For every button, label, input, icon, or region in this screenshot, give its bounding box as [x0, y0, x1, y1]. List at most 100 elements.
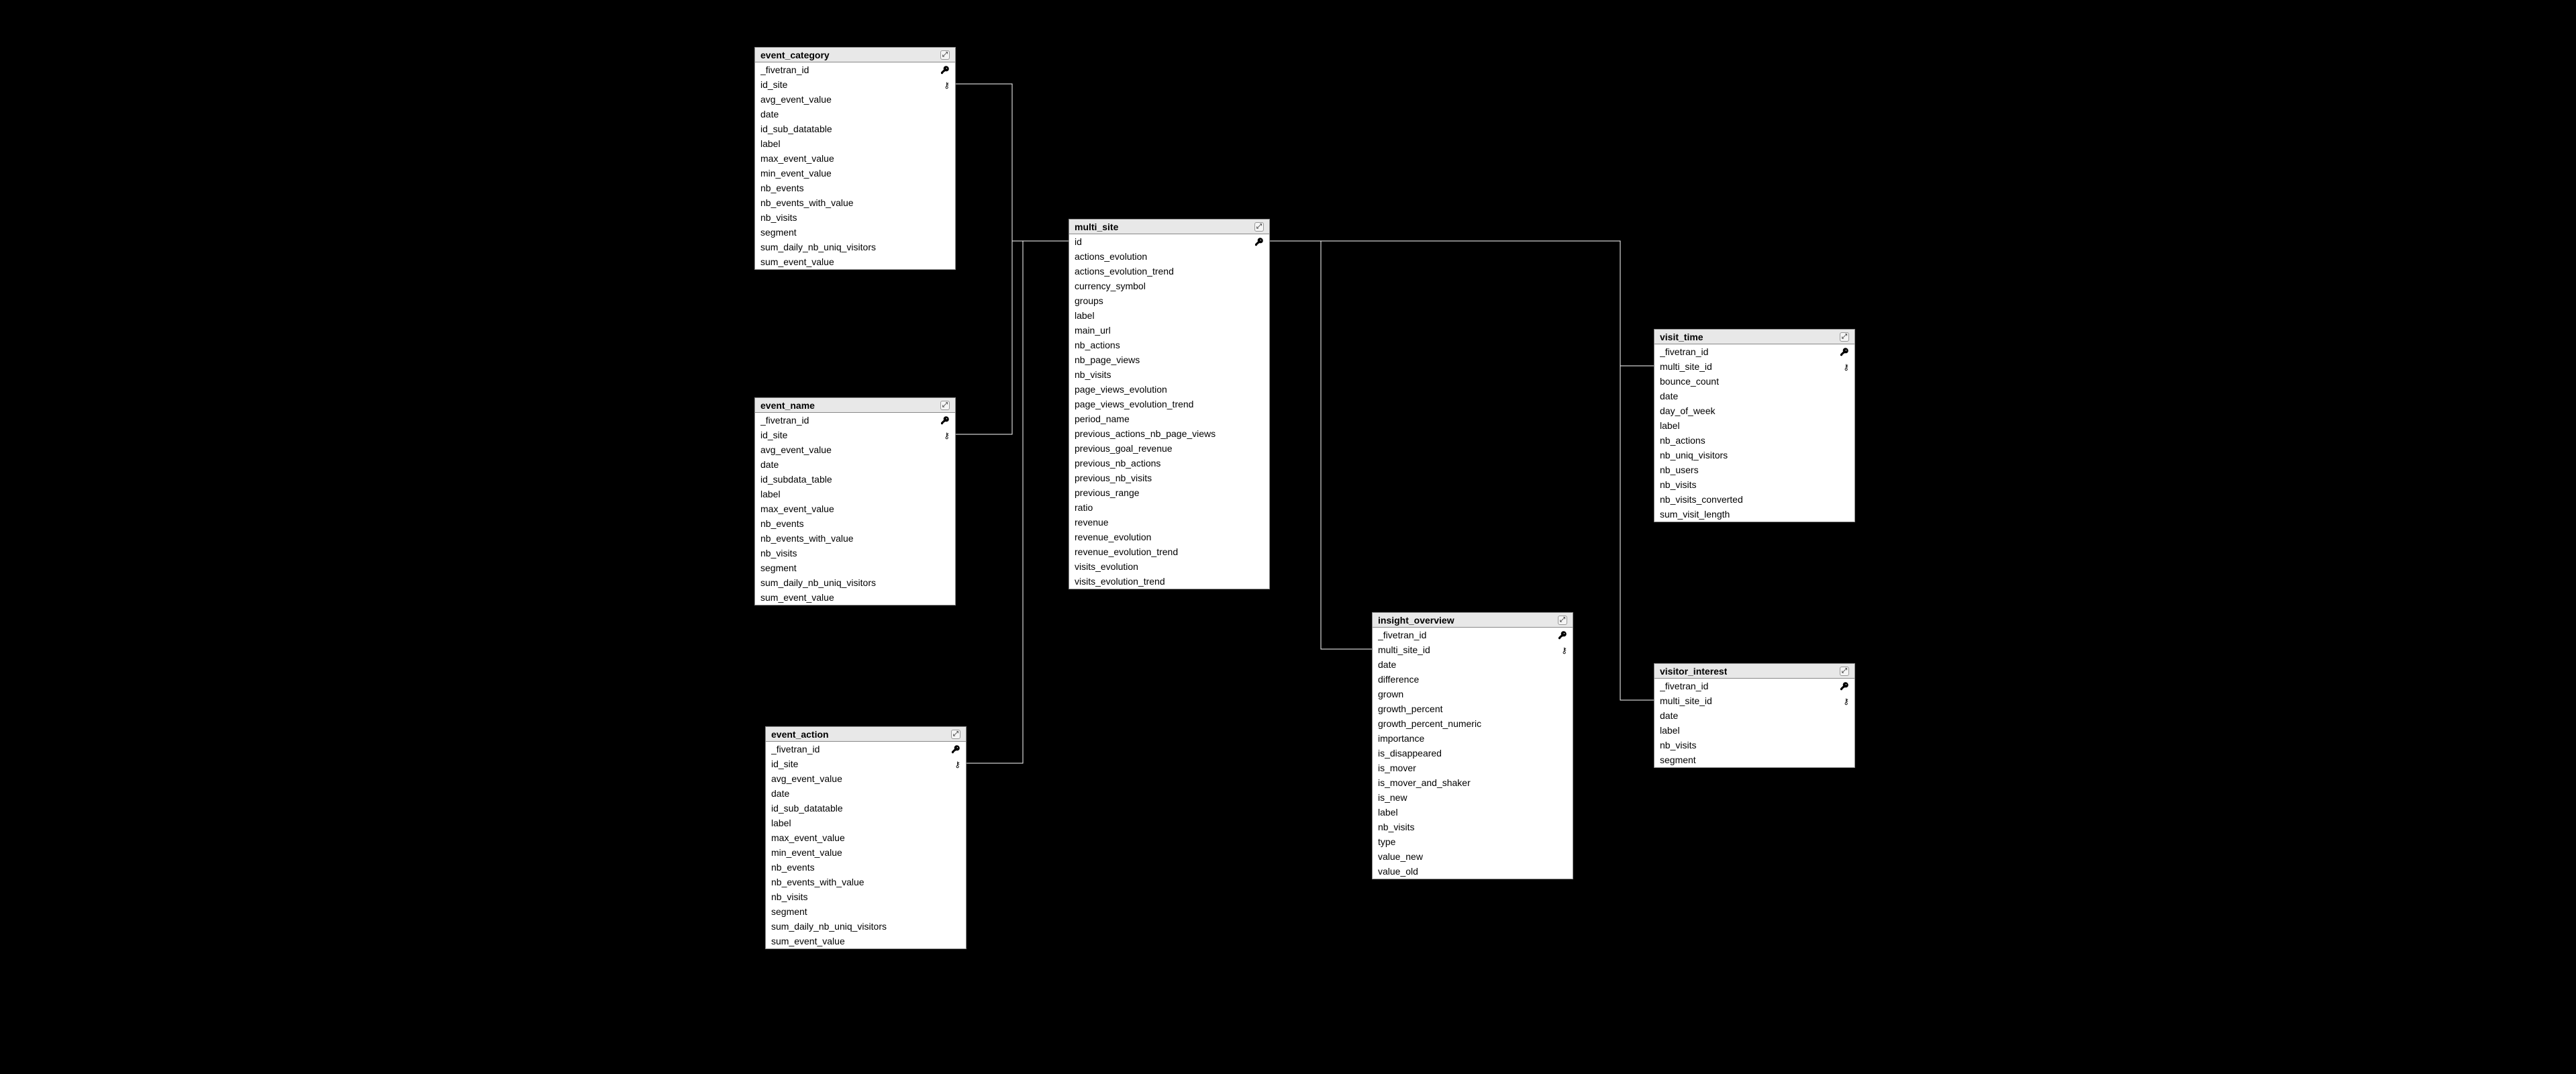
- column-row[interactable]: value_old: [1373, 864, 1573, 879]
- entity-header[interactable]: event_action⤢: [766, 727, 966, 742]
- column-row[interactable]: nb_visits: [1654, 738, 1854, 752]
- column-row[interactable]: sum_event_value: [755, 590, 955, 605]
- column-row[interactable]: id_subdata_table: [755, 472, 955, 487]
- column-row[interactable]: label: [755, 487, 955, 501]
- column-row[interactable]: date: [1373, 657, 1573, 672]
- column-row[interactable]: nb_uniq_visitors: [1654, 448, 1854, 462]
- column-row[interactable]: nb_visits: [1373, 820, 1573, 834]
- column-row[interactable]: sum_daily_nb_uniq_visitors: [766, 919, 966, 934]
- column-row[interactable]: nb_events: [755, 516, 955, 531]
- column-row[interactable]: actions_evolution_trend: [1069, 264, 1269, 279]
- column-row[interactable]: id_site⚷: [755, 77, 955, 92]
- column-row[interactable]: id_site⚷: [766, 756, 966, 771]
- column-row[interactable]: nb_events_with_value: [766, 875, 966, 889]
- column-row[interactable]: bounce_count: [1654, 374, 1854, 389]
- entity-header[interactable]: visitor_interest⤢: [1654, 664, 1854, 679]
- column-row[interactable]: visits_evolution: [1069, 559, 1269, 574]
- entity-event_category[interactable]: event_category⤢_fivetran_id🔑id_site⚷avg_…: [754, 47, 956, 270]
- column-row[interactable]: day_of_week: [1654, 403, 1854, 418]
- expand-icon[interactable]: ⤢: [1840, 332, 1849, 342]
- column-row[interactable]: sum_event_value: [766, 934, 966, 948]
- column-row[interactable]: difference: [1373, 672, 1573, 687]
- column-row[interactable]: page_views_evolution: [1069, 382, 1269, 397]
- column-row[interactable]: visits_evolution_trend: [1069, 574, 1269, 589]
- column-row[interactable]: sum_daily_nb_uniq_visitors: [755, 240, 955, 254]
- column-row[interactable]: max_event_value: [755, 151, 955, 166]
- column-row[interactable]: id_site⚷: [755, 428, 955, 442]
- column-row[interactable]: nb_visits: [755, 210, 955, 225]
- column-row[interactable]: label: [766, 816, 966, 830]
- column-row[interactable]: previous_nb_actions: [1069, 456, 1269, 471]
- column-row[interactable]: max_event_value: [766, 830, 966, 845]
- column-row[interactable]: date: [755, 107, 955, 121]
- entity-header[interactable]: event_category⤢: [755, 48, 955, 62]
- column-row[interactable]: avg_event_value: [766, 771, 966, 786]
- expand-icon[interactable]: ⤢: [1840, 667, 1849, 676]
- column-row[interactable]: segment: [766, 904, 966, 919]
- column-row[interactable]: sum_event_value: [755, 254, 955, 269]
- column-row[interactable]: nb_visits: [1069, 367, 1269, 382]
- column-row[interactable]: segment: [1654, 752, 1854, 767]
- column-row[interactable]: max_event_value: [755, 501, 955, 516]
- column-row[interactable]: label: [1654, 723, 1854, 738]
- column-row[interactable]: revenue_evolution: [1069, 530, 1269, 544]
- column-row[interactable]: ratio: [1069, 500, 1269, 515]
- entity-multi_site[interactable]: multi_site⤢id🔑actions_evolutionactions_e…: [1069, 219, 1270, 589]
- column-row[interactable]: multi_site_id⚷: [1654, 693, 1854, 708]
- entity-visit_time[interactable]: visit_time⤢_fivetran_id🔑multi_site_id⚷bo…: [1654, 329, 1855, 522]
- column-row[interactable]: label: [1654, 418, 1854, 433]
- entity-header[interactable]: event_name⤢: [755, 398, 955, 413]
- column-row[interactable]: label: [1373, 805, 1573, 820]
- column-row[interactable]: nb_events: [766, 860, 966, 875]
- column-row[interactable]: multi_site_id⚷: [1373, 642, 1573, 657]
- column-row[interactable]: date: [766, 786, 966, 801]
- column-row[interactable]: nb_actions: [1654, 433, 1854, 448]
- entity-header[interactable]: insight_overview⤢: [1373, 613, 1573, 628]
- column-row[interactable]: _fivetran_id🔑: [755, 62, 955, 77]
- expand-icon[interactable]: ⤢: [1558, 616, 1567, 625]
- column-row[interactable]: is_mover: [1373, 761, 1573, 775]
- entity-header[interactable]: visit_time⤢: [1654, 330, 1854, 344]
- column-row[interactable]: page_views_evolution_trend: [1069, 397, 1269, 411]
- column-row[interactable]: nb_visits: [766, 889, 966, 904]
- column-row[interactable]: date: [1654, 389, 1854, 403]
- column-row[interactable]: type: [1373, 834, 1573, 849]
- column-row[interactable]: revenue_evolution_trend: [1069, 544, 1269, 559]
- column-row[interactable]: importance: [1373, 731, 1573, 746]
- column-row[interactable]: previous_goal_revenue: [1069, 441, 1269, 456]
- column-row[interactable]: previous_range: [1069, 485, 1269, 500]
- column-row[interactable]: label: [1069, 308, 1269, 323]
- column-row[interactable]: is_new: [1373, 790, 1573, 805]
- entity-visitor_interest[interactable]: visitor_interest⤢_fivetran_id🔑multi_site…: [1654, 663, 1855, 768]
- column-row[interactable]: period_name: [1069, 411, 1269, 426]
- entity-event_action[interactable]: event_action⤢_fivetran_id🔑id_site⚷avg_ev…: [765, 726, 967, 949]
- column-row[interactable]: nb_visits_converted: [1654, 492, 1854, 507]
- column-row[interactable]: id_sub_datatable: [755, 121, 955, 136]
- column-row[interactable]: sum_daily_nb_uniq_visitors: [755, 575, 955, 590]
- expand-icon[interactable]: ⤢: [940, 401, 950, 410]
- entity-insight_overview[interactable]: insight_overview⤢_fivetran_id🔑multi_site…: [1372, 612, 1573, 879]
- column-row[interactable]: main_url: [1069, 323, 1269, 338]
- column-row[interactable]: nb_events: [755, 181, 955, 195]
- column-row[interactable]: nb_events_with_value: [755, 531, 955, 546]
- column-row[interactable]: avg_event_value: [755, 442, 955, 457]
- column-row[interactable]: nb_actions: [1069, 338, 1269, 352]
- column-row[interactable]: value_new: [1373, 849, 1573, 864]
- column-row[interactable]: id_sub_datatable: [766, 801, 966, 816]
- column-row[interactable]: avg_event_value: [755, 92, 955, 107]
- column-row[interactable]: _fivetran_id🔑: [766, 742, 966, 756]
- column-row[interactable]: segment: [755, 225, 955, 240]
- column-row[interactable]: growth_percent_numeric: [1373, 716, 1573, 731]
- column-row[interactable]: _fivetran_id🔑: [1373, 628, 1573, 642]
- column-row[interactable]: nb_users: [1654, 462, 1854, 477]
- column-row[interactable]: is_disappeared: [1373, 746, 1573, 761]
- column-row[interactable]: _fivetran_id🔑: [1654, 679, 1854, 693]
- column-row[interactable]: nb_visits: [755, 546, 955, 560]
- column-row[interactable]: nb_events_with_value: [755, 195, 955, 210]
- column-row[interactable]: date: [755, 457, 955, 472]
- entity-header[interactable]: multi_site⤢: [1069, 219, 1269, 234]
- column-row[interactable]: is_mover_and_shaker: [1373, 775, 1573, 790]
- entity-event_name[interactable]: event_name⤢_fivetran_id🔑id_site⚷avg_even…: [754, 397, 956, 605]
- expand-icon[interactable]: ⤢: [940, 50, 950, 60]
- column-row[interactable]: revenue: [1069, 515, 1269, 530]
